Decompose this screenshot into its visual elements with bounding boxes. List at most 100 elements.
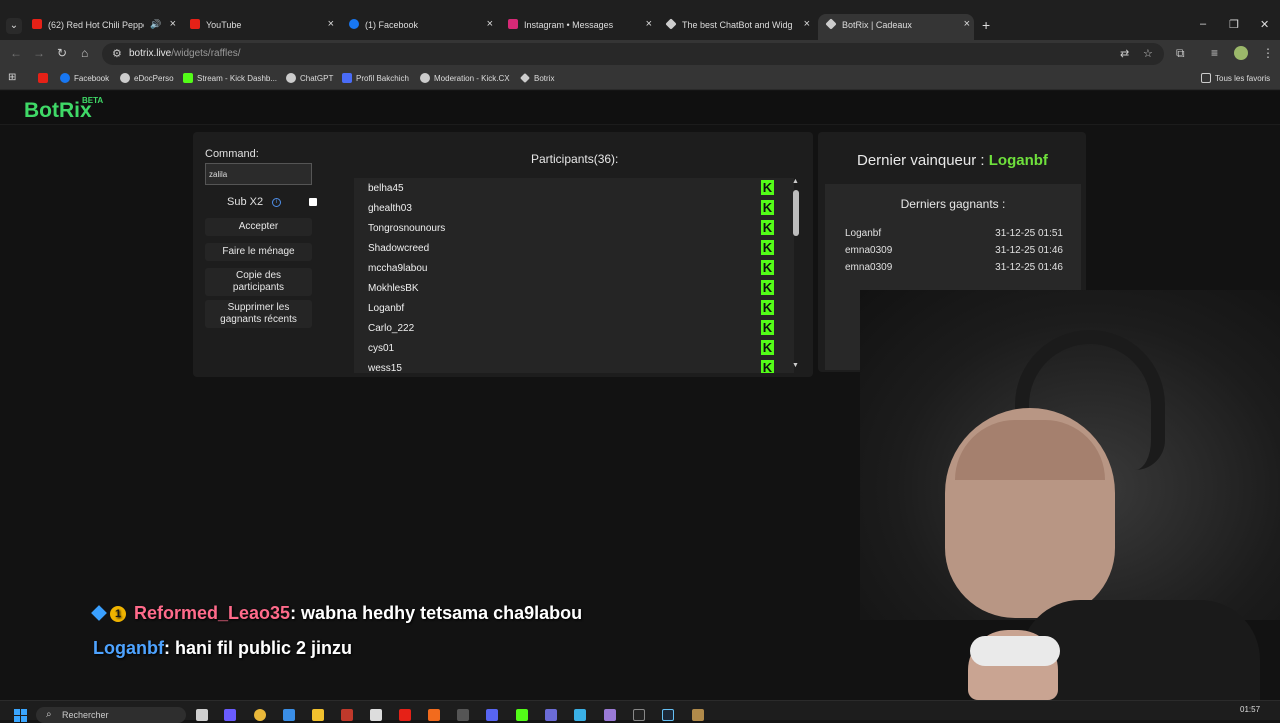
site-info-icon[interactable]: ⚙: [112, 47, 122, 60]
participant-row: Carlo_222 K: [368, 318, 778, 338]
window-close-icon[interactable]: ✕: [1260, 18, 1269, 31]
minimize-icon[interactable]: –: [1200, 18, 1206, 30]
close-tab-icon[interactable]: ×: [487, 18, 493, 30]
chrome-icon[interactable]: [254, 709, 266, 721]
all-bookmarks[interactable]: Tous les favoris: [1201, 73, 1270, 83]
participant-row: wess15 K: [368, 358, 778, 373]
close-tab-icon[interactable]: ×: [646, 18, 652, 30]
accept-button[interactable]: Accepter: [205, 218, 312, 236]
globe-icon: [120, 73, 130, 83]
participants-scrollbar[interactable]: ▲ ▼: [791, 178, 801, 373]
tab-instagram[interactable]: Instagram • Messages ×: [508, 16, 652, 36]
store-icon[interactable]: [283, 709, 295, 721]
menu-kebab-icon[interactable]: ⋮: [1262, 46, 1274, 60]
tab-youtube[interactable]: YouTube ×: [190, 16, 334, 36]
scroll-up-icon[interactable]: ▲: [792, 178, 799, 185]
participants-list[interactable]: belha45 Kghealth03 K Tongrosnounours K Shadow…: [354, 178, 794, 373]
bookmark-botrix[interactable]: Botrix: [520, 73, 554, 83]
app-icon[interactable]: [604, 709, 616, 721]
tissue: [970, 636, 1060, 666]
taskbar-search[interactable]: ⌕ Rechercher: [36, 707, 186, 723]
clean-button[interactable]: Faire le ménage: [205, 243, 312, 261]
windows-taskbar: ⌕ Rechercher: [0, 700, 1280, 723]
extensions-icon[interactable]: ⧉: [1176, 46, 1185, 61]
sub-x2-checkbox[interactable]: [309, 198, 317, 206]
windows-start-icon[interactable]: [14, 709, 28, 723]
new-tab-icon[interactable]: +: [982, 17, 990, 33]
last-winner-name: Loganbf: [988, 152, 1048, 169]
bookmark-moderation-kickcx[interactable]: Moderation - Kick.CX: [420, 73, 510, 83]
home-icon[interactable]: ⌂: [81, 46, 88, 60]
apps-grid-icon[interactable]: ⊞: [8, 72, 16, 83]
file-explorer-icon[interactable]: [312, 709, 324, 721]
chat-username: Reformed_Leao35: [134, 603, 291, 623]
participant-row: ghealth03 K: [368, 198, 778, 218]
kick-icon: K: [761, 260, 774, 275]
instagram-icon: [508, 19, 518, 29]
restore-icon[interactable]: ❐: [1229, 18, 1239, 31]
steam-icon[interactable]: [662, 709, 674, 721]
app-icon[interactable]: [574, 709, 586, 721]
taskbar-clock[interactable]: 01:57: [1240, 705, 1260, 714]
bookmark-profil-bakchich[interactable]: Profil Bakchich: [342, 73, 409, 83]
search-icon: ⌕: [46, 709, 52, 720]
tab-facebook[interactable]: (1) Facebook ×: [349, 16, 493, 36]
kick-icon: K: [761, 360, 774, 373]
bookmark-facebook[interactable]: Facebook: [60, 73, 109, 83]
delete-winners-label-1: Supprimer les: [227, 302, 290, 313]
copy-participants-button[interactable]: Copie des participants: [205, 268, 312, 296]
raffle-panel: Command: Sub X2 i Accepter Faire le ména…: [193, 132, 813, 377]
close-tab-icon[interactable]: ×: [328, 18, 334, 30]
copy-participants-label-2: participants: [232, 282, 285, 293]
close-tab-icon[interactable]: ×: [804, 18, 810, 30]
command-input[interactable]: [205, 163, 312, 185]
bookmark-star-icon[interactable]: ☆: [1143, 47, 1153, 60]
address-bar[interactable]: ⚙ botrix.live/widgets/raffles/ ⇄ ☆: [102, 43, 1164, 65]
youtube-icon[interactable]: [399, 709, 411, 721]
info-icon[interactable]: i: [272, 198, 281, 207]
app-icon[interactable]: [370, 709, 382, 721]
recent-winner-date: 31-12-25 01:46: [995, 245, 1063, 256]
copilot-icon[interactable]: [224, 709, 236, 721]
bookmark-kick-dashboard[interactable]: Stream - Kick Dashb...: [183, 73, 277, 83]
bookmark-edocperso[interactable]: eDocPerso: [120, 73, 174, 83]
recent-winner-row: emna0309 31-12-25 01:46: [845, 245, 1063, 259]
kick-icon: K: [761, 320, 774, 335]
forward-arrow-icon[interactable]: →: [33, 46, 45, 60]
tab-botrix-cadeaux[interactable]: BotRix | Cadeaux ×: [825, 16, 970, 36]
scrollbar-thumb[interactable]: [793, 190, 799, 236]
app-icon[interactable]: [457, 709, 469, 721]
app-icon[interactable]: [428, 709, 440, 721]
profile-avatar[interactable]: [1234, 46, 1248, 60]
speaker-icon[interactable]: 🔊: [150, 19, 161, 30]
epic-games-icon[interactable]: [633, 709, 645, 721]
recent-winner-name: emna0309: [845, 245, 893, 256]
media-controls-icon[interactable]: ≡: [1211, 46, 1218, 60]
delete-recent-winners-button[interactable]: Supprimer les gagnants récents: [205, 300, 312, 328]
app-icon[interactable]: [341, 709, 353, 721]
reload-icon[interactable]: ↻: [57, 46, 67, 60]
close-tab-icon[interactable]: ×: [964, 18, 970, 30]
recent-winners-title: Derniers gagnants :: [900, 197, 1006, 211]
back-arrow-icon[interactable]: ←: [10, 46, 22, 60]
task-view-icon[interactable]: [196, 709, 208, 721]
tab-red-hot-chili-peppers[interactable]: (62) Red Hot Chili Peppers 🔊 ×: [32, 16, 176, 36]
sub-x2-label: Sub X2: [227, 196, 264, 208]
bookmark-label: eDocPerso: [134, 74, 174, 83]
participant-row: Loganbf K: [368, 298, 778, 318]
tab-chatbot-widgets[interactable]: The best ChatBot and Widgets ×: [665, 16, 810, 36]
youtube-icon: [32, 19, 42, 29]
app-icon[interactable]: [692, 709, 704, 721]
app-icon[interactable]: [545, 709, 557, 721]
kick-icon: [183, 73, 193, 83]
close-tab-icon[interactable]: ×: [170, 18, 176, 30]
app-icon[interactable]: [516, 709, 528, 721]
bookmark-chatgpt[interactable]: ChatGPT: [286, 73, 333, 83]
discord-icon[interactable]: [486, 709, 498, 721]
translate-icon[interactable]: ⇄: [1120, 47, 1129, 60]
bookmark-youtube[interactable]: [38, 73, 52, 83]
scroll-down-icon[interactable]: ▼: [792, 362, 799, 369]
participants-title: Participants(36):: [531, 152, 619, 166]
tab-search-dropdown-icon[interactable]: ⌄: [6, 18, 22, 34]
participant-name: belha45: [368, 183, 404, 194]
